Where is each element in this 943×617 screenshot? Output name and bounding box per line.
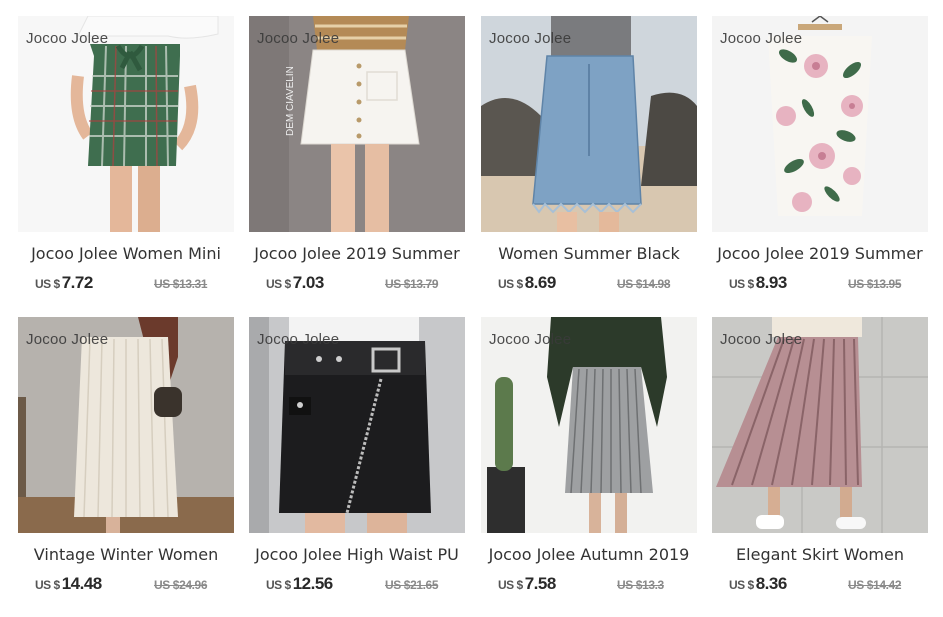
original-price: US $13.95 — [848, 277, 902, 291]
original-price: US $13.3 — [617, 578, 664, 592]
brand-watermark: Jocoo Jolee — [720, 30, 803, 47]
product-card[interactable]: Jocoo Jolee Jocoo Jolee High Waist PU US… — [249, 317, 465, 607]
original-price: US $13.31 — [154, 277, 208, 291]
product-title[interactable]: Jocoo Jolee 2019 Summer — [712, 244, 928, 263]
product-image[interactable]: DEM CIAVELIN Jocoo Jolee — [249, 16, 465, 232]
original-price: US $14.42 — [848, 578, 902, 592]
sale-price: US $8.36 — [729, 574, 787, 593]
sale-price: US $7.72 — [35, 273, 93, 292]
product-image[interactable]: Jocoo Jolee — [18, 317, 234, 533]
original-price: US $24.96 — [154, 578, 208, 592]
product-title[interactable]: Jocoo Jolee Autumn 2019 — [481, 545, 697, 564]
brand-watermark: Jocoo Jolee — [720, 331, 803, 348]
product-title[interactable]: Women Summer Black — [481, 244, 697, 263]
sale-price: US $14.48 — [35, 574, 102, 593]
product-image[interactable]: Jocoo Jolee — [712, 16, 928, 232]
sale-price: US $7.03 — [266, 273, 324, 292]
sale-price: US $7.58 — [498, 574, 556, 593]
image-caption: DEM CIAVELIN — [285, 66, 296, 136]
product-title[interactable]: Vintage Winter Women — [18, 545, 234, 564]
product-image[interactable]: Jocoo Jolee — [481, 16, 697, 232]
product-card[interactable]: Jocoo Jolee Elegant Skirt Women US $8.36… — [712, 317, 928, 607]
product-card[interactable]: DEM CIAVELIN Jocoo Jolee Jocoo Jolee 201… — [249, 16, 465, 306]
product-title[interactable]: Jocoo Jolee 2019 Summer — [249, 244, 465, 263]
brand-watermark: Jocoo Jolee — [489, 331, 572, 348]
brand-watermark: Jocoo Jolee — [257, 331, 340, 348]
product-image[interactable]: Jocoo Jolee — [18, 16, 234, 232]
product-image[interactable]: Jocoo Jolee — [249, 317, 465, 533]
product-title[interactable]: Elegant Skirt Women — [712, 545, 928, 564]
brand-watermark: Jocoo Jolee — [26, 30, 109, 47]
product-card[interactable]: Jocoo Jolee Women Summer Black US $8.69 … — [481, 16, 697, 306]
brand-watermark: Jocoo Jolee — [26, 331, 109, 348]
original-price: US $13.79 — [385, 277, 439, 291]
sale-price: US $8.69 — [498, 273, 556, 292]
product-card[interactable]: Jocoo Jolee Jocoo Jolee Women Mini US $7… — [18, 16, 234, 306]
product-card[interactable]: Jocoo Jolee Jocoo Jolee Autumn 2019 US $… — [481, 317, 697, 607]
product-card[interactable]: Jocoo Jolee Jocoo Jolee 2019 Summer US $… — [712, 16, 928, 306]
original-price: US $14.98 — [617, 277, 671, 291]
product-title[interactable]: Jocoo Jolee High Waist PU — [249, 545, 465, 564]
product-title[interactable]: Jocoo Jolee Women Mini — [18, 244, 234, 263]
brand-watermark: Jocoo Jolee — [489, 30, 572, 47]
product-image[interactable]: Jocoo Jolee — [712, 317, 928, 533]
product-card[interactable]: Jocoo Jolee Vintage Winter Women US $14.… — [18, 317, 234, 607]
sale-price: US $8.93 — [729, 273, 787, 292]
brand-watermark: Jocoo Jolee — [257, 30, 340, 47]
sale-price: US $12.56 — [266, 574, 333, 593]
original-price: US $21.65 — [385, 578, 439, 592]
product-image[interactable]: Jocoo Jolee — [481, 317, 697, 533]
